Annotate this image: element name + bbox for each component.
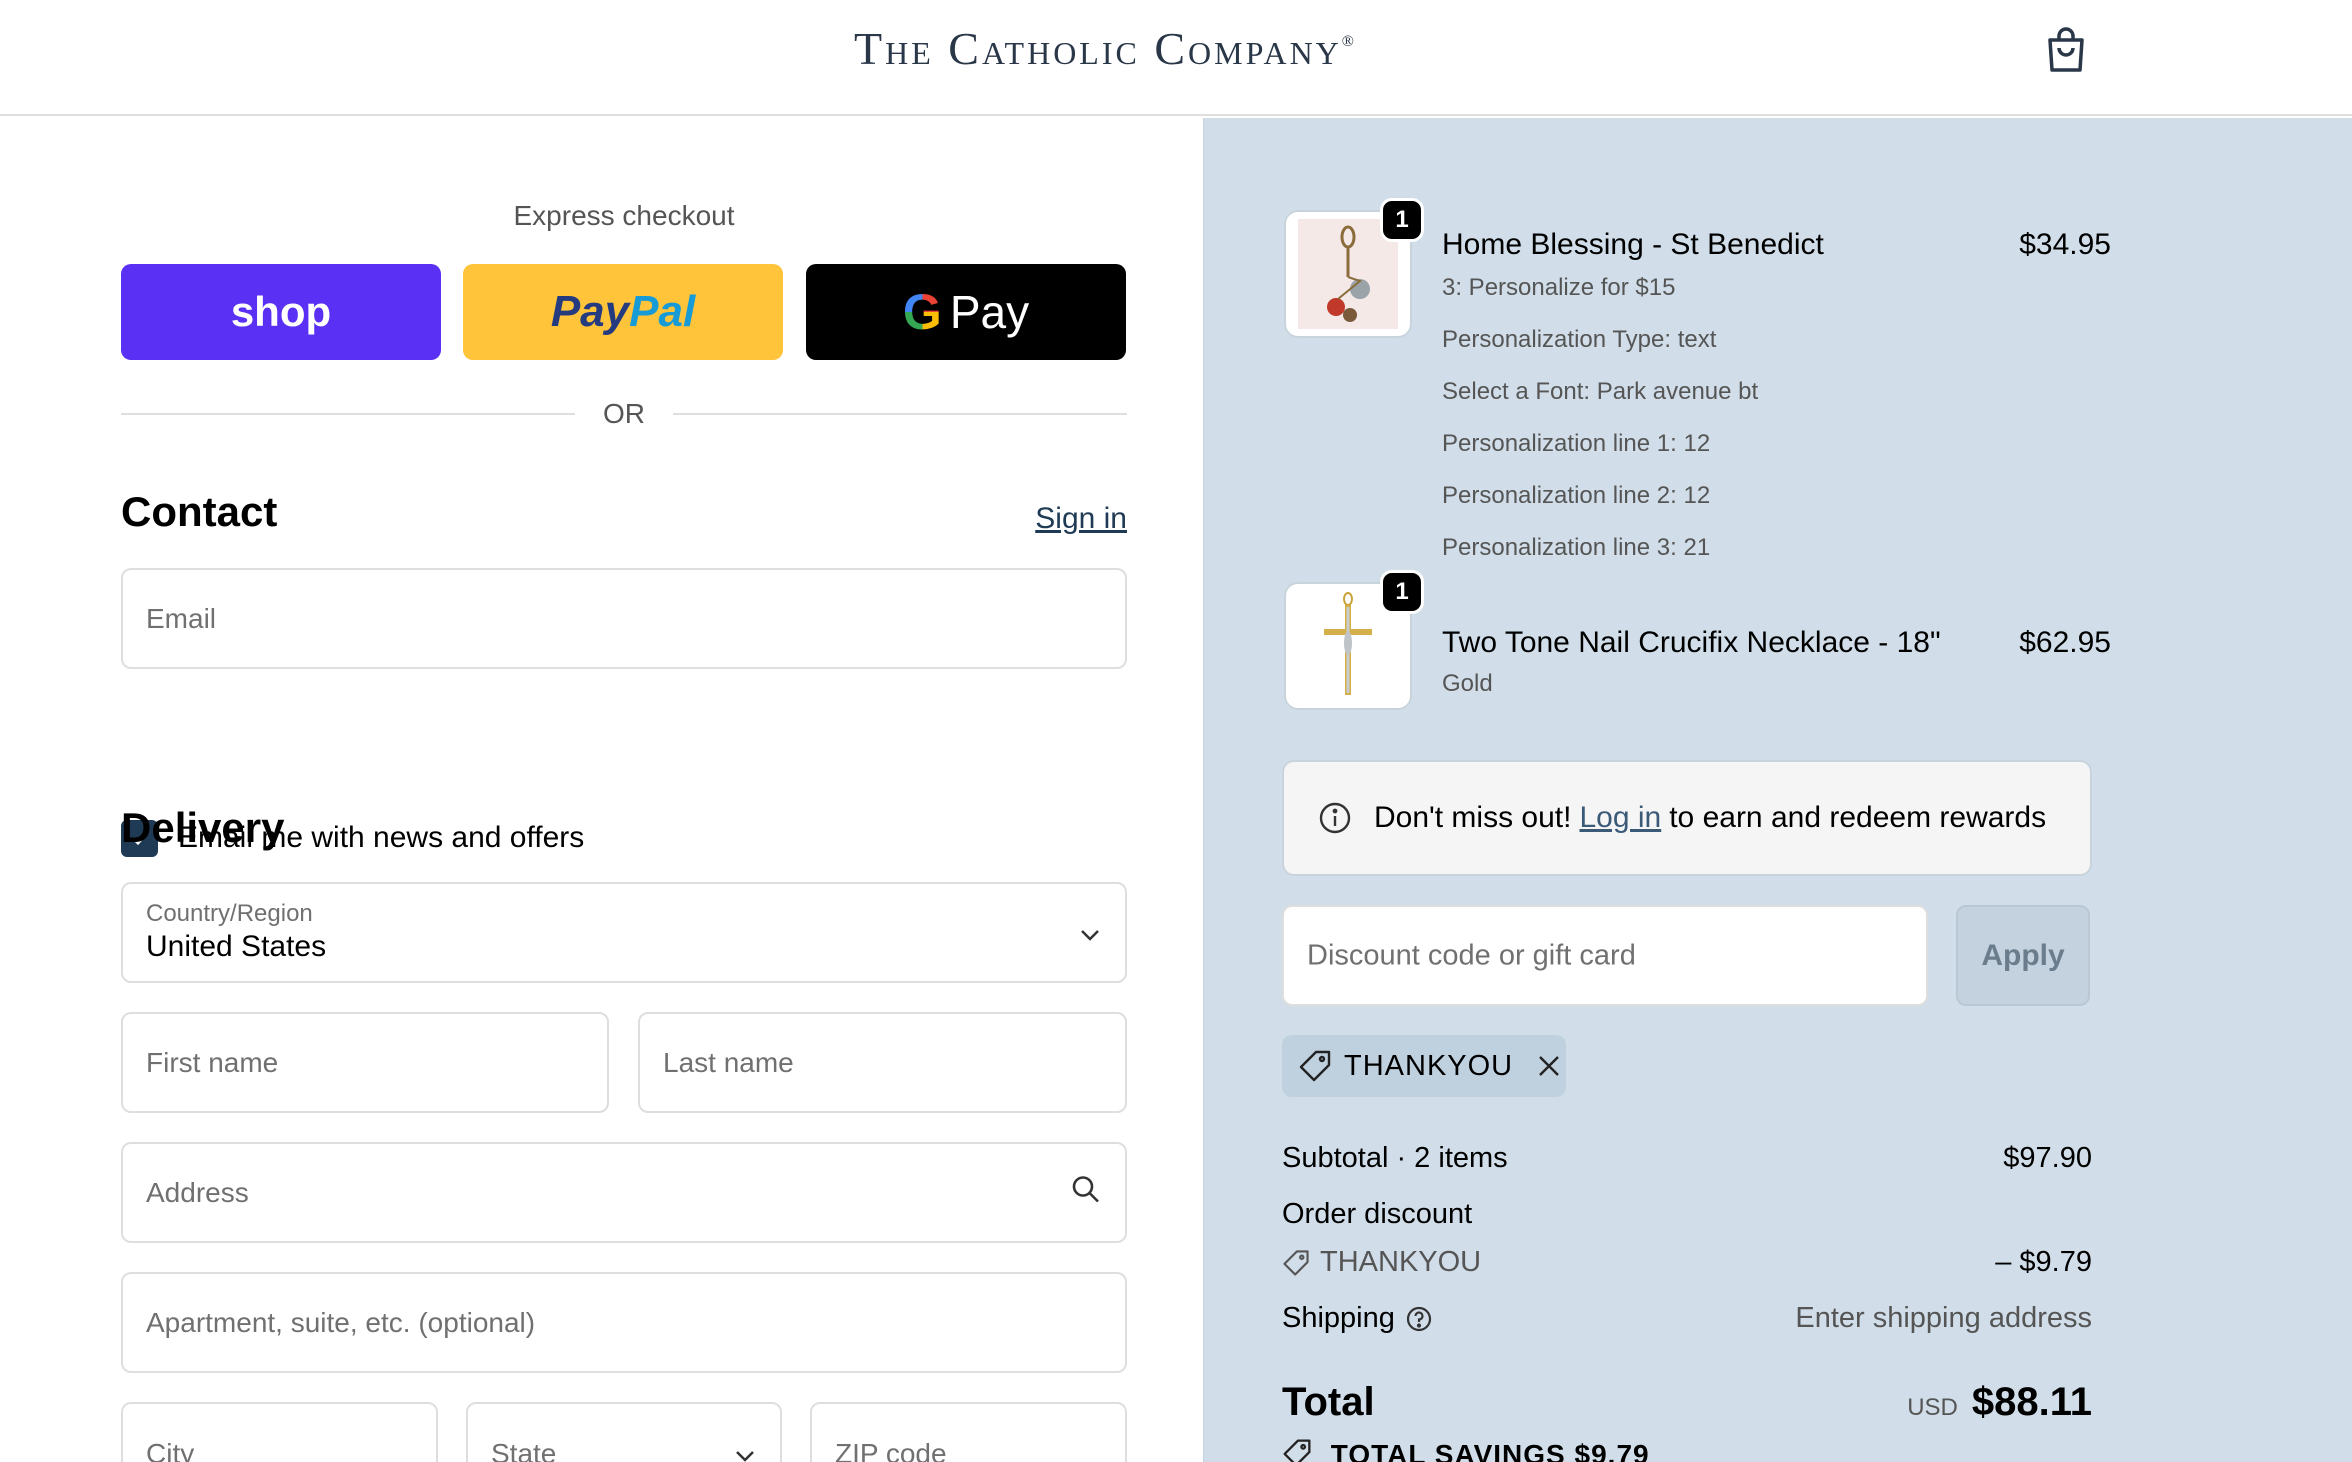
- checkout-form-column: Express checkout shop Pay Pal G Pay OR Con…: [0, 118, 1203, 1462]
- last-name-field[interactable]: Last name: [638, 1012, 1127, 1113]
- item-name: Home Blessing - St Benedict: [1442, 228, 1824, 261]
- email-field[interactable]: Email: [121, 568, 1127, 669]
- rewards-prefix: Don't miss out!: [1374, 801, 1572, 834]
- info-icon: [1318, 801, 1352, 835]
- item-detail: Personalization line 2: 12: [1442, 482, 1711, 509]
- delivery-heading: Delivery: [121, 804, 285, 851]
- divider-line: [121, 413, 575, 415]
- order-discount-row: Order discount: [1282, 1198, 2092, 1231]
- google-g-icon: G: [902, 284, 942, 340]
- shopping-bag-icon[interactable]: [2044, 26, 2088, 74]
- total-savings: TOTAL SAVINGS $9.79: [1282, 1438, 1650, 1462]
- discount-code-label: THANKYOU: [1320, 1246, 1482, 1278]
- item-price: $34.95: [2019, 228, 2111, 261]
- shipping-row: Shipping Enter shipping address: [1282, 1302, 2092, 1335]
- store-logo[interactable]: The Catholic Company®: [0, 22, 2208, 75]
- state-select[interactable]: State: [466, 1402, 782, 1462]
- order-summary-column: 1 Home Blessing - St Benedict $34.95 3: …: [1203, 118, 2352, 1462]
- quantity-badge: 1: [1380, 198, 1424, 242]
- total-value: $88.11: [1971, 1380, 2092, 1424]
- item-price: $62.95: [2019, 626, 2111, 659]
- chevron-down-icon: [1079, 917, 1101, 949]
- rewards-suffix: to earn and redeem rewards: [1669, 801, 2047, 834]
- item-detail: Personalization line 1: 12: [1442, 430, 1711, 457]
- applied-code: THANKYOU: [1344, 1049, 1514, 1082]
- site-header: The Catholic Company®: [0, 0, 2352, 116]
- total-label: Total: [1282, 1380, 1375, 1424]
- chevron-down-icon: [734, 1438, 756, 1462]
- shipping-label: Shipping: [1282, 1302, 1395, 1334]
- subtotal-value: $97.90: [2003, 1142, 2092, 1174]
- log-in-link[interactable]: Log in: [1579, 801, 1661, 835]
- apply-button[interactable]: Apply: [1956, 905, 2090, 1006]
- subtotal-label: Subtotal · 2 items: [1282, 1142, 1508, 1174]
- total-currency: USD: [1907, 1394, 1958, 1421]
- search-icon: [1071, 1174, 1101, 1211]
- zip-code-field[interactable]: ZIP code: [810, 1402, 1127, 1462]
- help-icon[interactable]: [1405, 1305, 1433, 1333]
- express-checkout-title: Express checkout: [513, 200, 735, 231]
- item-detail: Select a Font: Park avenue bt: [1442, 378, 1759, 405]
- item-detail: Personalization line 3: 21: [1442, 534, 1711, 561]
- paypal-button[interactable]: Pay Pal: [463, 264, 783, 360]
- shipping-value: Enter shipping address: [1795, 1302, 2092, 1334]
- city-field[interactable]: City: [121, 1402, 438, 1462]
- savings-label: TOTAL SAVINGS: [1330, 1438, 1566, 1462]
- tag-icon: [1298, 1049, 1332, 1083]
- applied-discount-tag: THANKYOU: [1282, 1035, 1566, 1097]
- first-name-field[interactable]: First name: [121, 1012, 609, 1113]
- divider-line: [673, 413, 1127, 415]
- contact-heading: Contact: [121, 488, 278, 535]
- item-detail: Gold: [1442, 670, 1493, 697]
- discount-code-input[interactable]: Discount code or gift card: [1282, 905, 1928, 1006]
- sign-in-link[interactable]: Sign in: [1035, 502, 1127, 536]
- discount-value: – $9.79: [1995, 1246, 2092, 1278]
- address-field[interactable]: Address: [121, 1142, 1127, 1243]
- tag-icon: [1282, 1438, 1312, 1462]
- remove-discount-icon[interactable]: [1537, 1054, 1561, 1078]
- or-label: OR: [603, 398, 645, 429]
- apartment-field[interactable]: Apartment, suite, etc. (optional): [121, 1272, 1127, 1373]
- shop-pay-button[interactable]: shop: [121, 264, 441, 360]
- subtotal-row: Subtotal · 2 items $97.90: [1282, 1142, 2092, 1175]
- or-divider: OR: [121, 398, 1127, 429]
- order-discount-label: Order discount: [1282, 1198, 1473, 1230]
- tag-icon: [1282, 1249, 1310, 1277]
- country-select[interactable]: Country/Region United States: [121, 882, 1127, 983]
- savings-value: $9.79: [1574, 1438, 1650, 1462]
- discount-code-row: THANKYOU – $9.79: [1282, 1246, 2092, 1285]
- rewards-banner: Don't miss out! Log in to earn and redee…: [1282, 760, 2092, 876]
- total-row: Total USD $88.11: [1282, 1380, 2092, 1440]
- google-pay-button[interactable]: G Pay: [806, 264, 1126, 360]
- quantity-badge: 1: [1380, 570, 1424, 614]
- item-detail: Personalization Type: text: [1442, 326, 1717, 353]
- item-detail: 3: Personalize for $15: [1442, 274, 1676, 301]
- item-name: Two Tone Nail Crucifix Necklace - 18": [1442, 626, 1941, 659]
